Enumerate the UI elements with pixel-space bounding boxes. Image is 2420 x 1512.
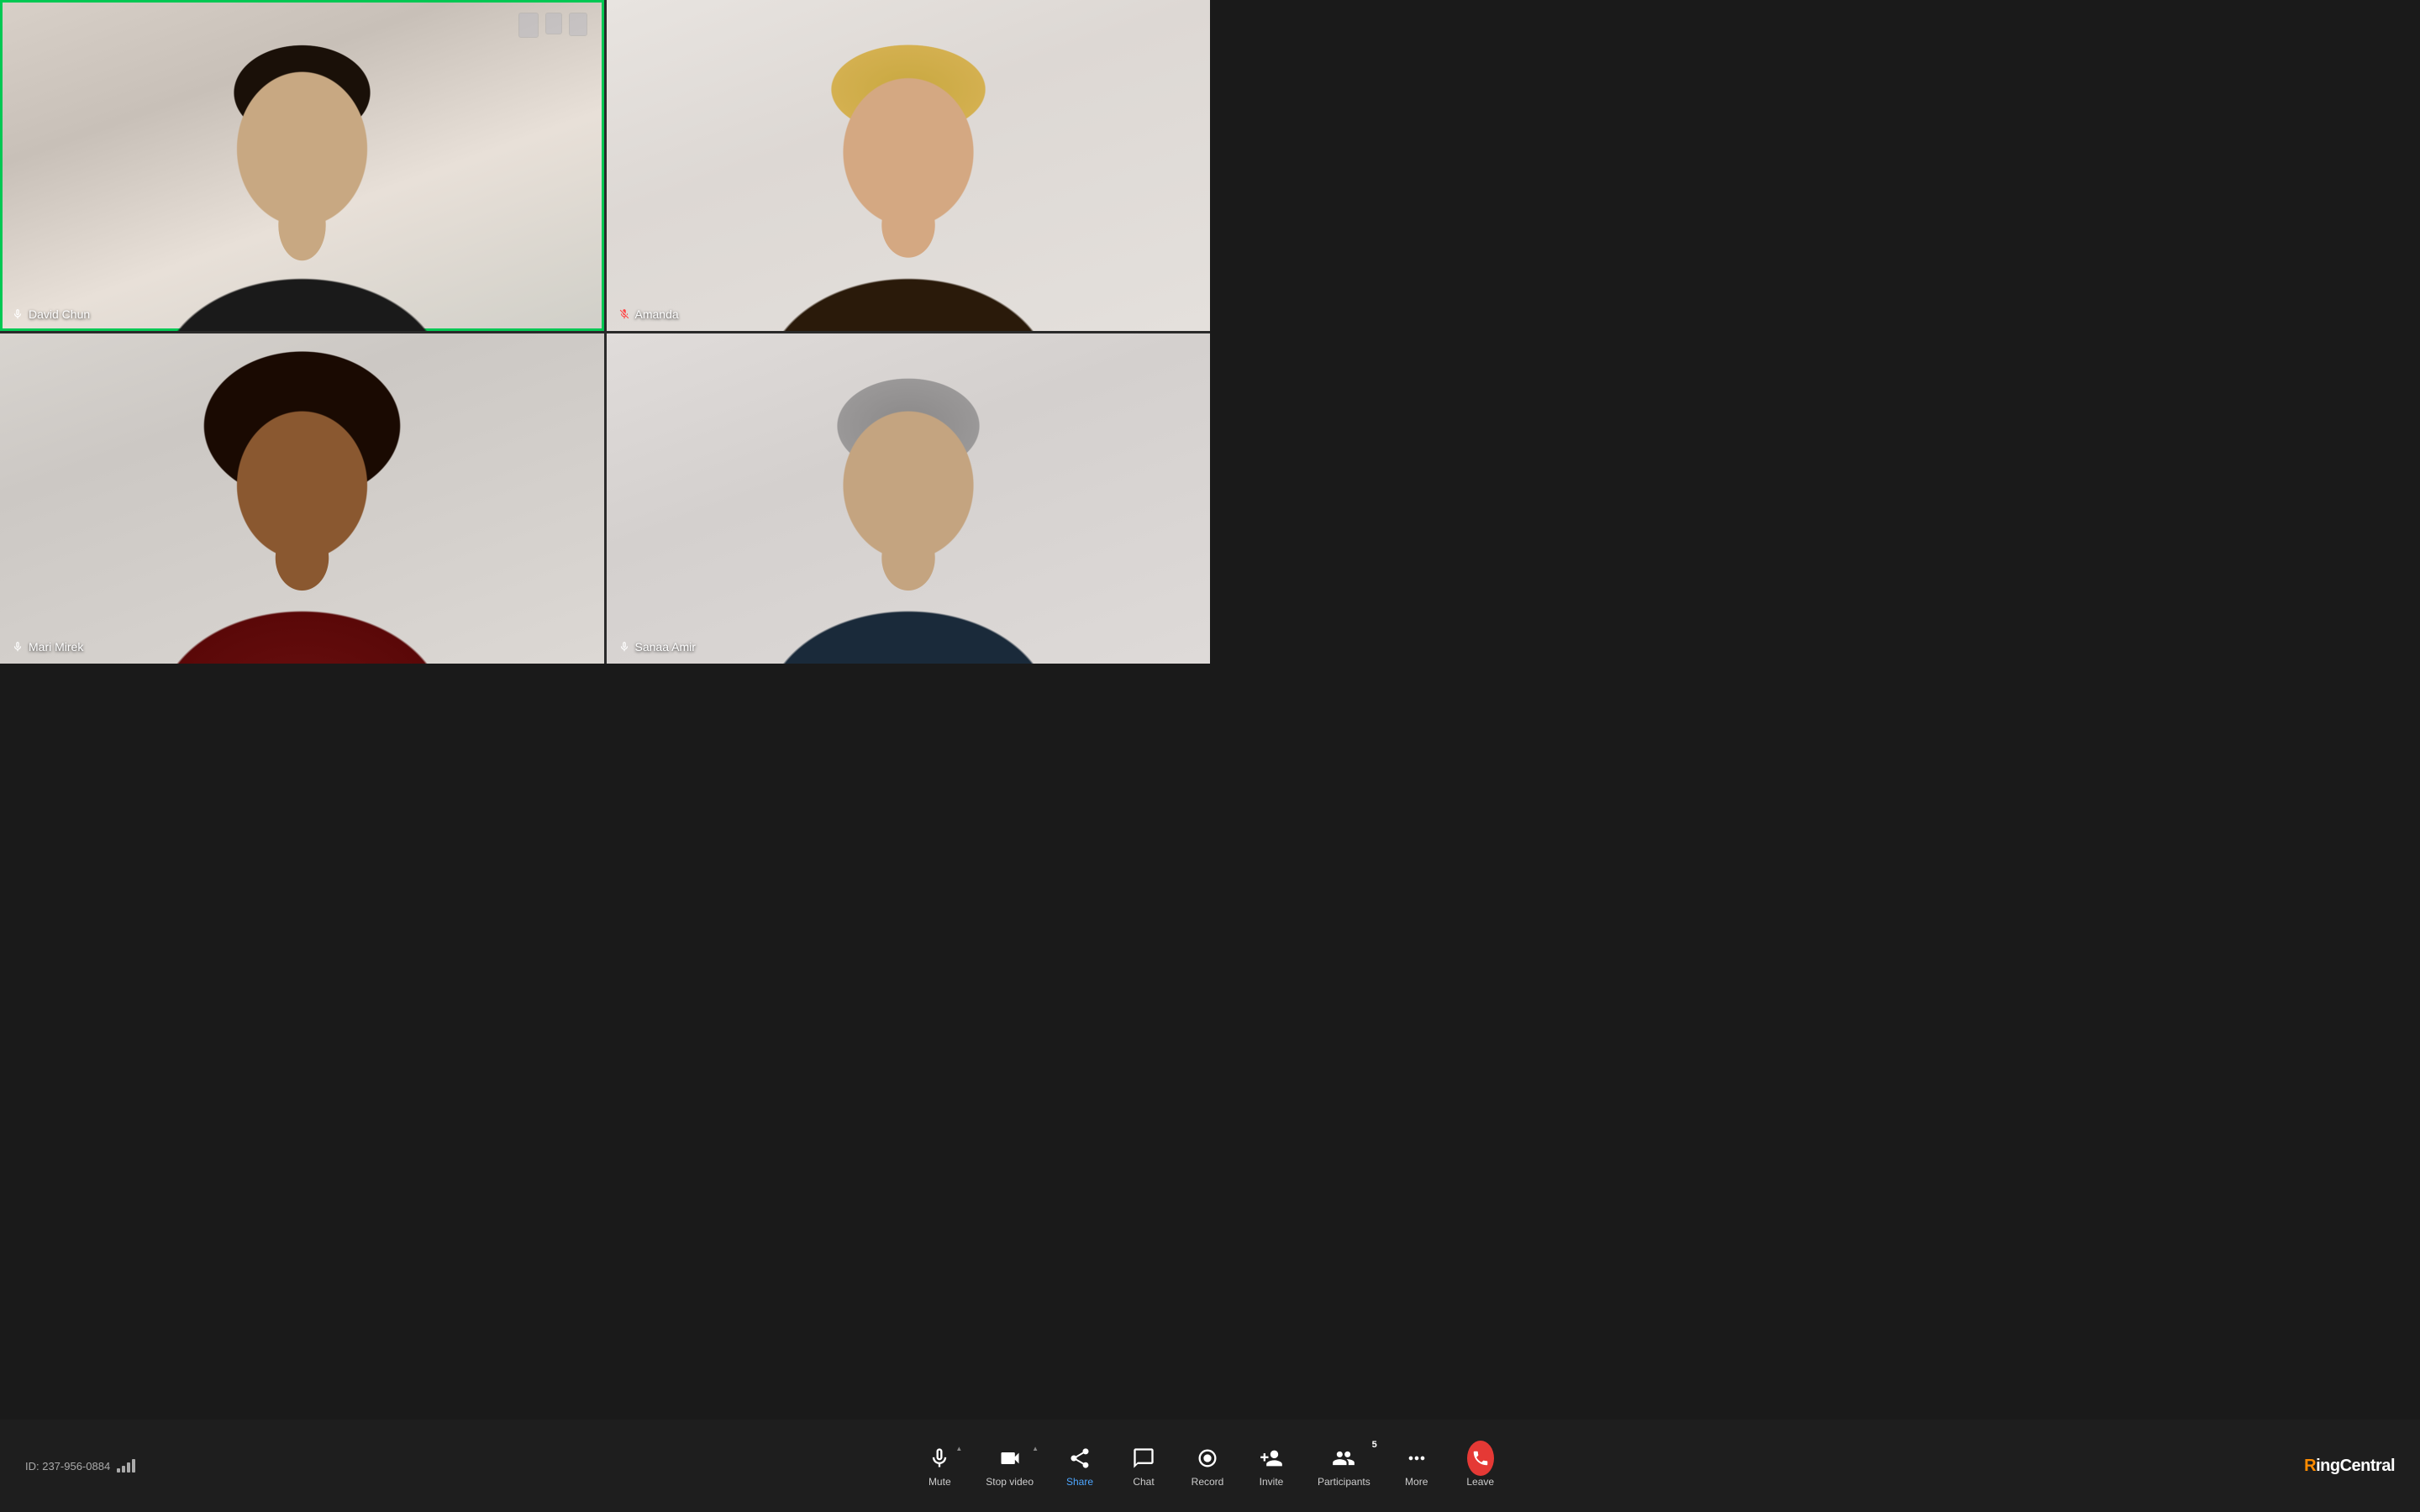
- meeting-id: ID: 237-956-0884: [25, 1460, 110, 1473]
- participants-badge: 5: [1372, 1440, 1377, 1450]
- participant-name-david: David Chun: [12, 307, 90, 321]
- video-grid: David Chun Amanda Mari Mirek Sanaa Ami: [0, 0, 1210, 664]
- logo-ring: Ring: [2304, 1457, 2339, 1475]
- video-tile-david-chun: David Chun: [0, 0, 604, 331]
- participant-name-amanda: Amanda: [618, 307, 679, 321]
- record-button[interactable]: Record: [1178, 1438, 1237, 1494]
- meeting-info: ID: 237-956-0884: [25, 1459, 193, 1473]
- leave-icon: [1467, 1445, 1494, 1472]
- chat-button[interactable]: Chat: [1114, 1438, 1173, 1494]
- chat-label: Chat: [1133, 1476, 1154, 1488]
- video-tile-amanda: Amanda: [607, 0, 1211, 331]
- mute-button[interactable]: ▲ Mute: [910, 1438, 969, 1494]
- branding-logo: RingCentral: [2227, 1457, 2395, 1476]
- invite-label: Invite: [1260, 1476, 1284, 1488]
- mic-icon-sanaa: [618, 641, 630, 653]
- participants-label: Participants: [1318, 1476, 1370, 1488]
- toolbar-actions: ▲ Mute ▲ Stop video: [193, 1438, 2227, 1494]
- signal-bar-1: [117, 1468, 120, 1473]
- mic-icon-david: [12, 308, 24, 320]
- caret-mute: ▲: [955, 1445, 962, 1452]
- chat-icon: [1130, 1445, 1157, 1472]
- record-label: Record: [1192, 1476, 1224, 1488]
- mic-icon-mari: [12, 641, 24, 653]
- share-label: Share: [1066, 1476, 1093, 1488]
- participant-name-sanaa: Sanaa Amir: [618, 640, 696, 654]
- record-icon: [1194, 1445, 1221, 1472]
- invite-icon: [1258, 1445, 1285, 1472]
- participants-button[interactable]: 5 Participants: [1306, 1438, 1382, 1494]
- leave-label: Leave: [1466, 1476, 1494, 1488]
- video-tile-sanaa-amir: Sanaa Amir: [607, 333, 1211, 664]
- mute-label: Mute: [929, 1476, 951, 1488]
- stop-video-button[interactable]: ▲ Stop video: [974, 1438, 1045, 1494]
- logo-central: Central: [2340, 1457, 2395, 1475]
- share-button[interactable]: Share: [1050, 1438, 1109, 1494]
- ringcentral-logo: RingCentral: [2304, 1457, 2395, 1476]
- leave-button[interactable]: Leave: [1451, 1438, 1510, 1494]
- mute-icon: [926, 1445, 953, 1472]
- invite-button[interactable]: Invite: [1242, 1438, 1301, 1494]
- signal-bar-2: [122, 1466, 125, 1473]
- participants-icon: [1330, 1445, 1357, 1472]
- video-tile-mari-mirek: Mari Mirek: [0, 333, 604, 664]
- signal-bar-4: [132, 1459, 135, 1473]
- participant-name-mari: Mari Mirek: [12, 640, 83, 654]
- toolbar: ID: 237-956-0884 ▲ Mute ▲: [0, 1420, 2420, 1512]
- share-icon: [1066, 1445, 1093, 1472]
- more-label: More: [1405, 1476, 1428, 1488]
- signal-strength: [117, 1459, 135, 1473]
- stop-video-label: Stop video: [986, 1476, 1034, 1488]
- stop-video-icon: [997, 1445, 1023, 1472]
- signal-bar-3: [127, 1462, 130, 1473]
- more-icon: [1403, 1445, 1430, 1472]
- caret-video: ▲: [1032, 1445, 1039, 1452]
- mic-icon-amanda: [618, 308, 630, 320]
- more-button[interactable]: More: [1387, 1438, 1446, 1494]
